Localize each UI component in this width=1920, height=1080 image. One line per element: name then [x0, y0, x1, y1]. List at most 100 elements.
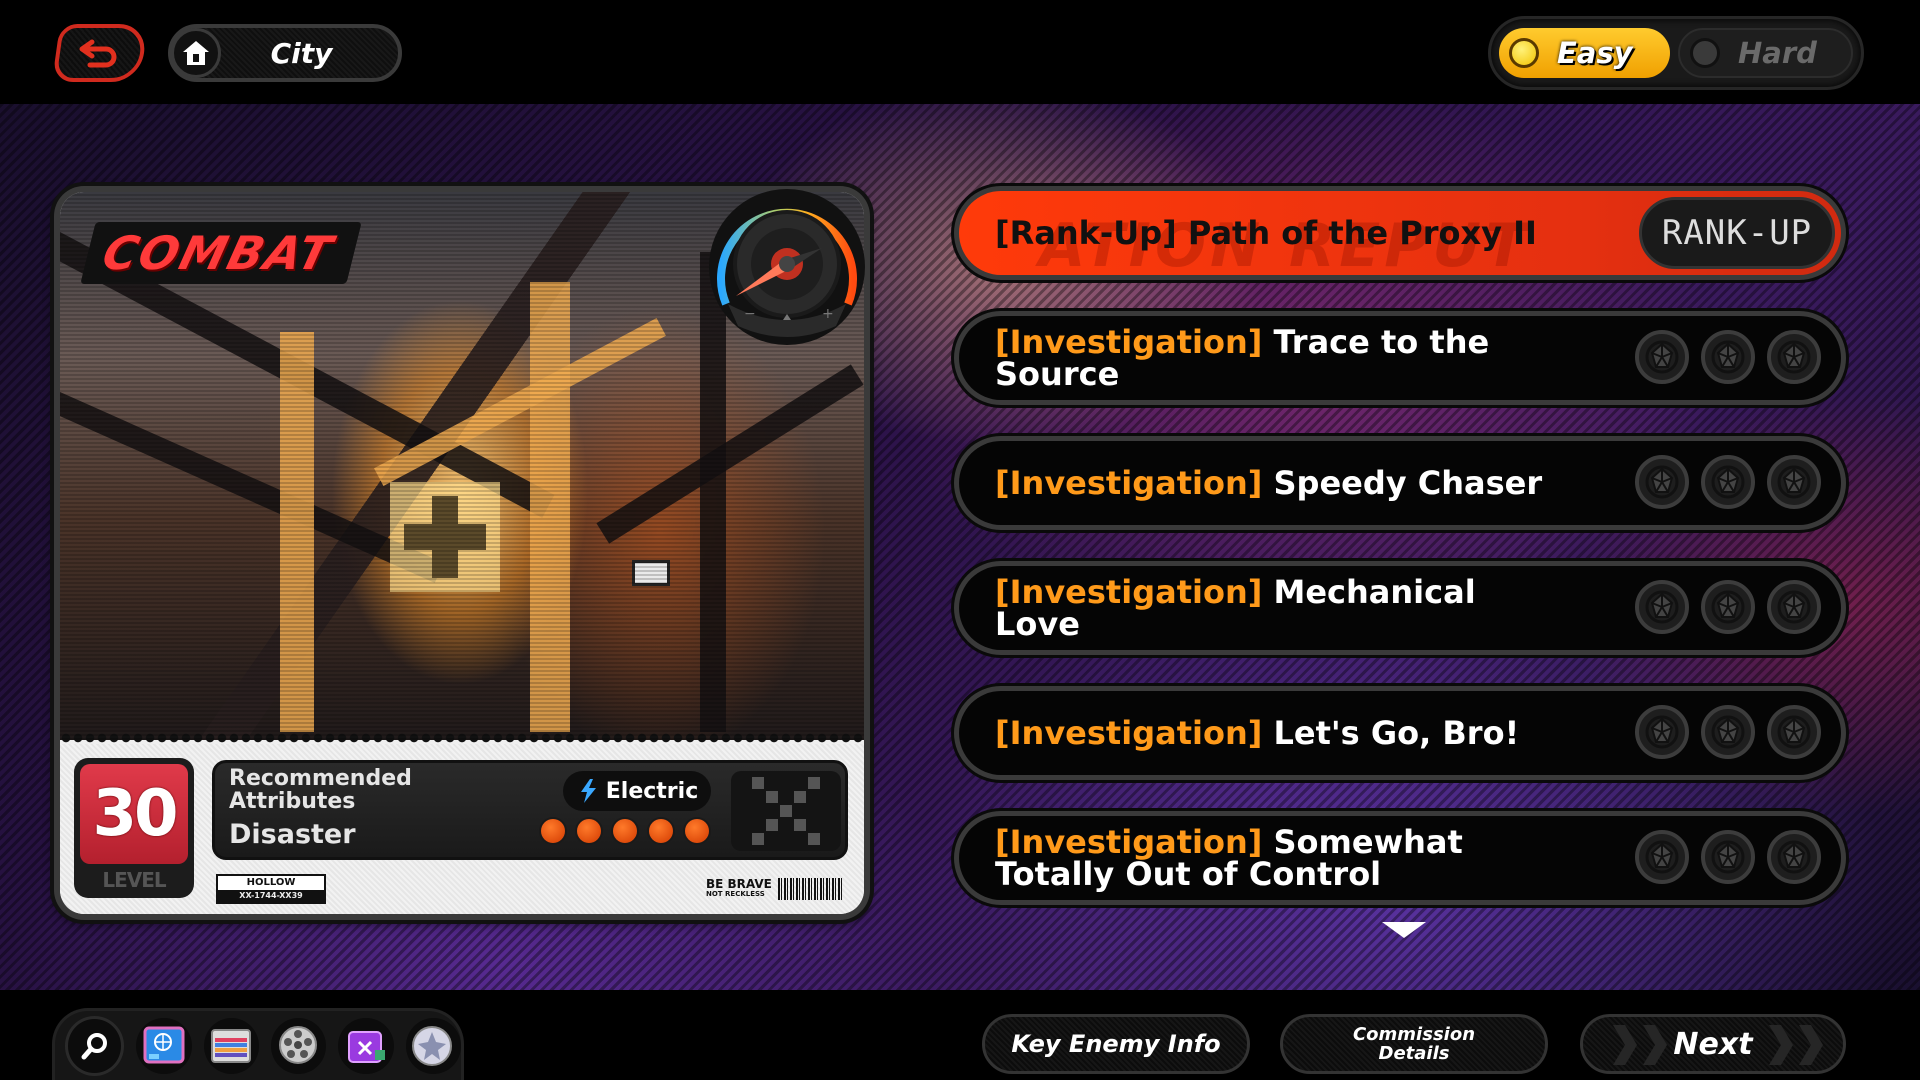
- reward-slots: [1635, 705, 1821, 759]
- barcode-icon: [777, 878, 842, 900]
- mission-title: [Investigation] Trace to the Source: [995, 326, 1555, 390]
- reward-medal-icon: [1701, 330, 1755, 384]
- home-icon: [183, 41, 209, 65]
- speedometer-gauge-icon: − +: [709, 189, 865, 345]
- reward-medal-icon: [1635, 455, 1689, 509]
- reward-slots: [1635, 330, 1821, 384]
- radio-dot-icon: [1690, 38, 1720, 68]
- mission-title: [Rank-Up] Path of the Proxy II: [995, 217, 1555, 249]
- map-tablet-icon: [143, 1026, 185, 1063]
- reward-medal-icon: [1635, 705, 1689, 759]
- difficulty-dot: [577, 819, 601, 843]
- level-number: 30: [80, 764, 188, 864]
- map-tablet-button[interactable]: [136, 1017, 192, 1074]
- mission-tag: [Investigation]: [995, 714, 1263, 752]
- svg-text:−: −: [744, 306, 756, 322]
- return-arrow-icon: [79, 39, 117, 68]
- purple-box-icon: [348, 1030, 385, 1063]
- cross-sign: [390, 482, 500, 592]
- mission-item[interactable]: [Investigation] Let's Go, Bro!: [954, 686, 1846, 780]
- difficulty-dot: [649, 819, 673, 843]
- chevron-icon: [1769, 1025, 1793, 1065]
- reward-medal-icon: [1767, 705, 1821, 759]
- difficulty-dot: [541, 819, 565, 843]
- reward-medal-icon: [1701, 705, 1755, 759]
- recommended-attributes-label: Recommended Attributes: [229, 766, 412, 814]
- mission-item[interactable]: [Investigation] Somewhat Totally Out of …: [954, 811, 1846, 905]
- mission-tag: [Investigation]: [995, 464, 1263, 502]
- attributes-panel: Recommended Attributes Disaster Electric: [212, 760, 848, 860]
- reward-slots: [1635, 580, 1821, 634]
- mission-title: [Investigation] Somewhat Totally Out of …: [995, 826, 1555, 890]
- scroll-down-arrow-icon[interactable]: [1382, 922, 1426, 938]
- difficulty-dots: [541, 819, 709, 843]
- mission-tag: [Rank-Up]: [995, 214, 1177, 252]
- next-label: Next: [1673, 1026, 1753, 1062]
- star-badge-icon: [412, 1025, 453, 1066]
- reward-medal-icon: [1767, 830, 1821, 884]
- reward-slots: [1635, 455, 1821, 509]
- difficulty-hard[interactable]: Hard: [1678, 28, 1853, 78]
- mission-list: ATION REPUT [Rank-Up] Path of the Proxy I…: [954, 186, 1846, 936]
- chevron-icon: [1643, 1025, 1667, 1065]
- reward-slots: [1635, 830, 1821, 884]
- enemy-unknown-icon: [731, 771, 841, 851]
- mission-item[interactable]: [Investigation] Mechanical Love: [954, 561, 1846, 655]
- license-plate: HOLLOW XX-1744-XX39: [216, 874, 326, 904]
- chevron-icon: [1799, 1025, 1823, 1065]
- reward-medal-icon: [1701, 580, 1755, 634]
- slogan-barcode: BE BRAVE NOT RECKLESS: [706, 876, 846, 902]
- reward-medal-icon: [1767, 580, 1821, 634]
- mission-title: [Investigation] Speedy Chaser: [995, 467, 1555, 499]
- commission-details-label: Commission Details: [1352, 1024, 1476, 1064]
- location-label: City: [270, 36, 333, 70]
- mission-title: [Investigation] Mechanical Love: [995, 576, 1555, 640]
- level-badge: 30 LEVEL: [74, 758, 194, 898]
- reward-medal-icon: [1701, 455, 1755, 509]
- next-button[interactable]: Next: [1580, 1014, 1846, 1074]
- reward-medal-icon: [1767, 455, 1821, 509]
- commission-details-button[interactable]: Commission Details: [1280, 1014, 1548, 1074]
- search-icon: [81, 1032, 107, 1059]
- recommended-attributes-value: Disaster: [229, 819, 356, 850]
- rank-up-button[interactable]: RANK-UP: [1639, 197, 1835, 269]
- reward-medal-icon: [1635, 830, 1689, 884]
- difficulty-hard-label: Hard: [1738, 36, 1817, 70]
- home-button[interactable]: [171, 28, 221, 78]
- radio-dot-icon: [1509, 38, 1539, 68]
- lamp: [632, 560, 670, 586]
- mission-name: Speedy Chaser: [1273, 464, 1543, 502]
- film-reel-icon: [278, 1025, 317, 1064]
- mission-item[interactable]: [Investigation] Speedy Chaser: [954, 436, 1846, 530]
- reward-medal-icon: [1767, 330, 1821, 384]
- chevron-icon: [1613, 1025, 1637, 1065]
- search-button[interactable]: [65, 1015, 125, 1076]
- reward-medal-icon: [1635, 580, 1689, 634]
- mission-item-rank-up[interactable]: ATION REPUT [Rank-Up] Path of the Proxy I…: [954, 186, 1846, 280]
- tool-tray: [52, 1008, 464, 1080]
- film-clapper-icon: [211, 1028, 252, 1063]
- mission-title: [Investigation] Let's Go, Bro!: [995, 717, 1555, 749]
- key-enemy-info-button[interactable]: Key Enemy Info: [982, 1014, 1250, 1074]
- mission-name: Path of the Proxy II: [1187, 214, 1537, 252]
- difficulty-dot: [685, 819, 709, 843]
- mission-name: Let's Go, Bro!: [1273, 714, 1520, 752]
- reward-medal-icon: [1701, 830, 1755, 884]
- card-info-panel: 30 LEVEL Recommended Attributes Disaster…: [60, 744, 864, 914]
- reward-medal-icon: [1635, 330, 1689, 384]
- star-badge-button[interactable]: [405, 1017, 461, 1074]
- purple-box-button[interactable]: [338, 1017, 394, 1074]
- difficulty-easy[interactable]: Easy: [1499, 28, 1670, 78]
- svg-text:+: +: [822, 306, 834, 322]
- difficulty-dot: [613, 819, 637, 843]
- location-breadcrumb[interactable]: City: [168, 24, 402, 82]
- film-clapper-button[interactable]: [203, 1017, 260, 1074]
- combat-type-tag: COMBAT: [80, 222, 363, 284]
- element-badge: Electric: [563, 771, 711, 811]
- film-reel-button[interactable]: [271, 1017, 327, 1074]
- difficulty-easy-label: Easy: [1557, 36, 1633, 70]
- lightning-icon: [580, 779, 596, 803]
- mission-item[interactable]: [Investigation] Trace to the Source: [954, 311, 1846, 405]
- level-label: LEVEL: [102, 868, 166, 892]
- difficulty-toggle[interactable]: Easy Hard: [1488, 16, 1864, 90]
